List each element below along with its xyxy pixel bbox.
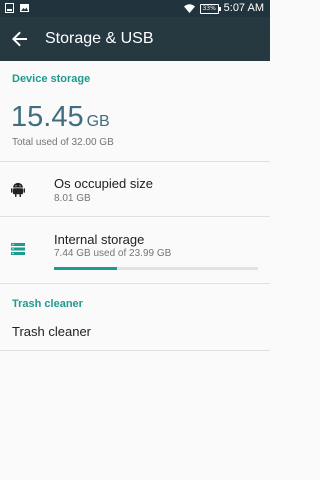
app-bar: Storage & USB (0, 17, 270, 61)
divider (0, 350, 270, 351)
divider (0, 283, 270, 284)
internal-storage-progress (54, 267, 258, 270)
storage-used-unit: GB (86, 113, 110, 130)
status-bar: 33% 5:07 AM (0, 0, 270, 17)
trash-cleaner-header: Trash cleaner (12, 298, 83, 310)
device-storage-header: Device storage (12, 73, 91, 85)
battery-icon: 33% (199, 3, 221, 14)
status-bar-left-icons (5, 3, 29, 13)
internal-storage-title: Internal storage (54, 232, 145, 247)
notification-icon (5, 3, 14, 13)
divider (0, 216, 270, 217)
internal-storage-usage: 7.44 GB used of 23.99 GB (54, 248, 172, 259)
storage-used-summary: 15.45 GB (11, 100, 110, 134)
internal-storage-progress-fill (54, 267, 118, 270)
back-arrow-icon[interactable] (8, 27, 32, 51)
status-bar-right: 33% 5:07 AM (183, 2, 264, 15)
status-time: 5:07 AM (223, 2, 264, 14)
divider (0, 161, 270, 162)
trash-cleaner-item[interactable]: Trash cleaner (12, 324, 91, 339)
battery-label: 33% (202, 4, 216, 12)
storage-list-icon (11, 243, 25, 255)
wifi-icon (183, 4, 195, 13)
android-icon (11, 182, 25, 197)
image-icon (20, 4, 29, 12)
storage-total-line: Total used of 32.00 GB (12, 137, 114, 148)
os-occupied-title: Os occupied size (54, 176, 153, 191)
storage-used-value: 15.45 (11, 101, 84, 133)
os-occupied-size: 8.01 GB (54, 193, 91, 204)
page-title: Storage & USB (45, 30, 154, 47)
